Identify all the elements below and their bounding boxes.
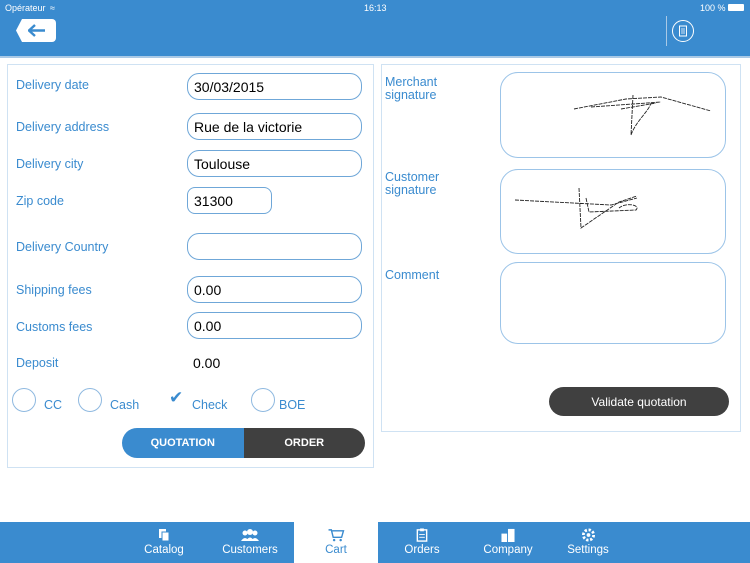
document-type-segmented-control: QUOTATION ORDER xyxy=(122,428,365,458)
tab-orders-label: Orders xyxy=(404,544,440,556)
tab-catalog-label: Catalog xyxy=(144,544,184,556)
company-icon xyxy=(501,528,515,542)
tab-catalog[interactable]: Catalog xyxy=(122,522,206,563)
cart-icon xyxy=(328,529,345,542)
merchant-signature-pad[interactable] xyxy=(500,72,726,158)
payment-check-label: Check xyxy=(192,398,228,412)
tab-company-label: Company xyxy=(483,544,533,556)
customer-signature-label: Customer signature xyxy=(385,170,440,197)
tab-settings[interactable]: Settings xyxy=(546,522,630,563)
delivery-date-input[interactable]: 30/03/2015 xyxy=(187,73,362,100)
merchant-signature-label: Merchant signature xyxy=(385,75,438,102)
payment-boe-radio[interactable] xyxy=(251,388,275,412)
payment-cash-radio[interactable] xyxy=(78,388,102,412)
customs-fees-label: Customs fees xyxy=(16,320,93,334)
back-arrow-icon xyxy=(28,24,45,37)
comment-label: Comment xyxy=(385,268,440,282)
orders-icon xyxy=(416,528,428,542)
delivery-city-label: Delivery city xyxy=(16,157,84,171)
catalog-icon xyxy=(159,529,170,542)
delivery-country-input[interactable] xyxy=(187,233,362,260)
payment-boe-label: BOE xyxy=(279,398,306,412)
battery-icon xyxy=(728,4,744,11)
payment-cash-label: Cash xyxy=(110,398,140,412)
shipping-fees-input[interactable]: 0.00 xyxy=(187,276,362,303)
tab-orders[interactable]: Orders xyxy=(380,522,464,563)
wifi-icon: ≈ xyxy=(50,3,55,13)
tab-cart[interactable]: Cart xyxy=(294,522,378,563)
back-button[interactable] xyxy=(16,19,56,42)
tab-company[interactable]: Company xyxy=(466,522,550,563)
order-tab[interactable]: ORDER xyxy=(243,428,365,458)
shipping-fees-label: Shipping fees xyxy=(16,283,92,297)
customers-icon xyxy=(241,529,259,541)
deposit-value: 0.00 xyxy=(193,355,221,371)
delivery-address-input[interactable]: Rue de la victorie xyxy=(187,113,362,140)
comment-textarea[interactable] xyxy=(500,262,726,344)
zip-code-input[interactable]: 31300 xyxy=(187,187,272,214)
navigation-bar: Opérateur ≈ 16:13 100 % xyxy=(0,0,750,58)
document-icon xyxy=(679,25,687,37)
tab-customers[interactable]: Customers xyxy=(208,522,292,563)
validate-quotation-button[interactable]: Validate quotation xyxy=(549,387,729,416)
document-button[interactable] xyxy=(672,20,694,42)
delivery-date-label: Delivery date xyxy=(16,78,89,92)
delivery-city-input[interactable]: Toulouse xyxy=(187,150,362,177)
zip-code-label: Zip code xyxy=(16,194,64,208)
payment-cc-label: CC xyxy=(44,398,63,412)
divider xyxy=(666,16,667,46)
customer-signature-drawing xyxy=(514,187,638,229)
merchant-signature-drawing xyxy=(573,94,712,136)
delivery-address-label: Delivery address xyxy=(16,120,110,134)
tab-customers-label: Customers xyxy=(222,544,278,556)
checkmark-icon[interactable]: ✔ xyxy=(169,388,183,408)
payment-cc-radio[interactable] xyxy=(12,388,36,412)
deposit-label: Deposit xyxy=(16,356,59,370)
customs-fees-input[interactable]: 0.00 xyxy=(187,312,362,339)
carrier: Opérateur xyxy=(5,3,46,13)
customer-signature-pad[interactable] xyxy=(500,169,726,254)
clock: 16:13 xyxy=(364,3,387,13)
tab-cart-label: Cart xyxy=(325,544,347,556)
quotation-tab[interactable]: QUOTATION xyxy=(122,428,244,458)
battery-level: 100 % xyxy=(700,3,726,13)
tab-settings-label: Settings xyxy=(567,544,609,556)
delivery-country-label: Delivery Country xyxy=(16,240,109,254)
settings-icon xyxy=(581,528,595,542)
